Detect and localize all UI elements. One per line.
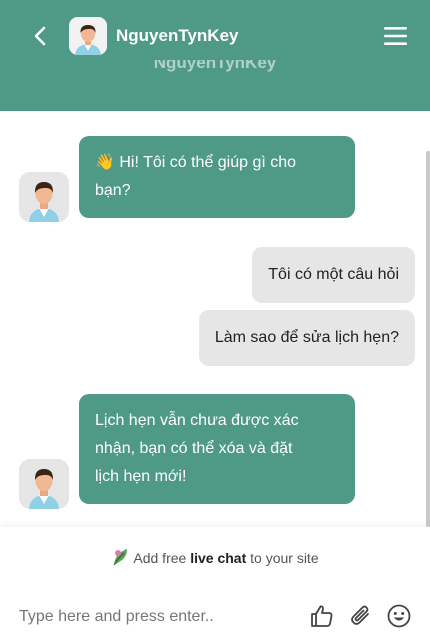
- header-avatar: [69, 17, 107, 55]
- message-line: Lịch hẹn vẫn chưa được xác: [95, 412, 299, 429]
- chat-scrollbar[interactable]: [426, 151, 430, 527]
- bot-avatar: [19, 459, 69, 509]
- message-input[interactable]: [19, 605, 279, 629]
- chat-header: NguyenTynKey NguyenTynKey: [0, 0, 430, 111]
- like-button[interactable]: [309, 603, 335, 629]
- header-title: NguyenTynKey: [116, 26, 239, 45]
- user-message: Tôi có một câu hỏi: [252, 247, 415, 303]
- bot-message: Lịch hẹn vẫn chưa được xác nhận, bạn có …: [79, 394, 355, 504]
- attach-button[interactable]: [348, 603, 374, 629]
- emoji-button[interactable]: [386, 603, 412, 629]
- message-text: Tôi có một câu hỏi: [268, 266, 399, 283]
- promo-text: Add free: [133, 550, 191, 566]
- leaf-icon: [111, 547, 129, 570]
- message-line: 👋 Hi! Tôi có thể giúp gì cho: [95, 154, 297, 171]
- promo-link[interactable]: Add free live chat to your site: [0, 547, 430, 570]
- message-line: nhận, bạn có thể xóa và đặt: [95, 440, 293, 457]
- paperclip-icon: [351, 605, 369, 625]
- back-button[interactable]: [26, 22, 54, 50]
- message-line: lịch hẹn mới!: [95, 468, 187, 485]
- header-subtitle: NguyenTynKey: [153, 60, 277, 72]
- promo-text: to your site: [246, 550, 319, 566]
- message-line: bạn?: [95, 182, 131, 199]
- user-message: Làm sao để sửa lịch hẹn?: [198, 310, 415, 366]
- menu-button[interactable]: [382, 24, 410, 48]
- bot-message: 👋 Hi! Tôi có thể giúp gì cho bạn?: [79, 136, 355, 218]
- promo-bold-text: live chat: [190, 550, 247, 566]
- thumbs-up-icon: [311, 605, 333, 627]
- message-text: Làm sao để sửa lịch hẹn?: [214, 329, 399, 346]
- hamburger-menu-icon: [384, 27, 407, 45]
- chat-messages[interactable]: 👋 Hi! Tôi có thể giúp gì cho bạn? Tôi có…: [0, 111, 430, 527]
- chevron-left-icon: [34, 26, 46, 46]
- chat-footer: Add free live chat to your site: [0, 527, 430, 640]
- bot-avatar: [19, 172, 69, 222]
- smiley-icon: [387, 604, 411, 628]
